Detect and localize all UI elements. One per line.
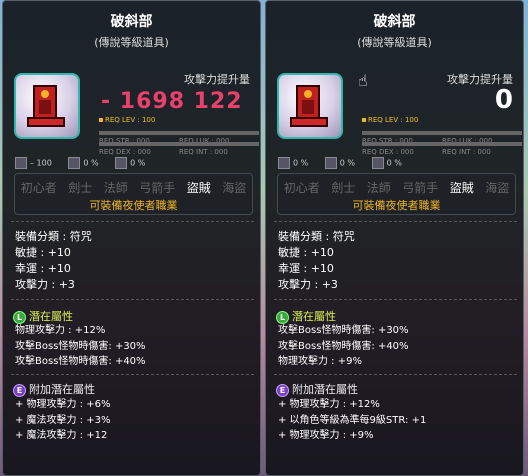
job-thief: 盜賊: [186, 181, 211, 195]
potential-header: L 潛在屬性: [276, 308, 336, 324]
job-requirements: 初心者 劍士 法師 弓箭手 盜賊 海盜 可裝備夜使者職業: [14, 173, 253, 215]
job-archer: 弓箭手: [139, 181, 176, 195]
base-stats: 裝備分類 : 符咒 敏捷 : +10 幸運 : +10 攻擊力 : +3: [15, 230, 92, 291]
pointer-glove-icon: ☝: [358, 71, 368, 90]
potential-lines: 攻擊Boss怪物時傷害: +30% 攻擊Boss怪物時傷害: +40% 物理攻擊力 …: [278, 325, 409, 367]
item-tooltip-right: 破斜部 (傳說等級道具) ☝ 攻擊力提升量 0 REQ LEV : 100 RE…: [265, 0, 524, 476]
job-thief: 盜賊: [449, 181, 474, 195]
job-warrior: 劍士: [68, 181, 93, 195]
job-note: 可裝備夜使者職業: [352, 199, 441, 212]
item-icon: [277, 73, 343, 139]
job-beginner: 初心者: [20, 181, 57, 195]
job-pirate: 海盜: [222, 181, 247, 195]
divider: [11, 221, 254, 222]
attack-increase-value: - 1698 122: [101, 89, 243, 114]
item-tooltip-left: 破斜部 (傳說等級道具) 攻擊力提升量 - 1698 122 REQ LEV :…: [2, 0, 261, 476]
bonus-potential-header: E 附加潛在屬性: [13, 381, 95, 397]
divider: [274, 299, 517, 300]
defense-ignore-icon: [15, 157, 27, 169]
divider: [274, 221, 517, 222]
job-note: 可裝備夜使者職業: [89, 199, 178, 212]
legendary-badge-icon: L: [276, 310, 289, 324]
job-pirate: 海盜: [485, 181, 510, 195]
job-archer: 弓箭手: [402, 181, 439, 195]
talisman-icon: [27, 85, 65, 127]
req-level: REQ LEV : 100: [99, 116, 155, 124]
defense-ignore-icon: [278, 157, 290, 169]
bonus-potential-header: E 附加潛在屬性: [276, 381, 358, 397]
divider: [274, 374, 517, 375]
req-dex: REQ DEX : 000: [362, 148, 414, 156]
req-int: REQ INT : 000: [442, 148, 491, 156]
bonus-potential-lines: + 物理攻擊力 : +6% + 魔法攻擊力 : +3% + 魔法攻擊力 : +12: [15, 399, 111, 441]
boss-damage-icon: [324, 157, 337, 169]
epic-badge-icon: E: [13, 383, 26, 397]
divider: [11, 374, 254, 375]
boss-damage-icon: [68, 157, 81, 169]
item-icon: [14, 73, 80, 139]
job-beginner: 初心者: [283, 181, 320, 195]
req-row-2: REQ DEX : 000 REQ INT : 000: [99, 140, 259, 156]
stat-row: – 100 0 % 0 %: [15, 157, 255, 169]
req-row-2: REQ DEX : 000 REQ INT : 000: [362, 140, 522, 156]
item-grade: (傳說等級道具): [357, 36, 432, 49]
item-title: 破斜部: [110, 14, 153, 30]
job-magician: 法師: [366, 181, 391, 195]
stat-row: 0 % 0 % 0 %: [278, 157, 518, 169]
talisman-icon: [290, 85, 328, 127]
attack-increase-label: 攻擊力提升量: [184, 73, 250, 86]
job-list: 初心者 劍士 法師 弓箭手 盜賊 海盜: [15, 179, 252, 196]
job-warrior: 劍士: [331, 181, 356, 195]
job-magician: 法師: [103, 181, 128, 195]
item-grade: (傳說等級道具): [94, 36, 169, 49]
base-stats: 裝備分類 : 符咒 敏捷 : +10 幸運 : +10 攻擊力 : +3: [278, 230, 355, 291]
damage-icon: [115, 157, 128, 169]
req-int: REQ INT : 000: [179, 148, 228, 156]
item-title: 破斜部: [373, 14, 416, 30]
damage-icon: [371, 157, 384, 169]
divider: [11, 299, 254, 300]
epic-badge-icon: E: [276, 383, 289, 397]
attack-increase-value: 0: [494, 85, 513, 115]
job-list: 初心者 劍士 法師 弓箭手 盜賊 海盜: [278, 179, 515, 196]
bonus-potential-lines: + 物理攻擊力 : +12% + 以角色等級為準每9級STR: +1 + 物理攻擊力…: [278, 399, 427, 441]
req-level: REQ LEV : 100: [362, 116, 418, 124]
legendary-badge-icon: L: [13, 310, 26, 324]
req-dex: REQ DEX : 000: [99, 148, 151, 156]
potential-lines: 物理攻擊力 : +12% 攻擊Boss怪物時傷害: +30% 攻擊Boss怪物時傷害…: [15, 325, 146, 367]
potential-header: L 潛在屬性: [13, 308, 73, 324]
job-requirements: 初心者 劍士 法師 弓箭手 盜賊 海盜 可裝備夜使者職業: [277, 173, 516, 215]
